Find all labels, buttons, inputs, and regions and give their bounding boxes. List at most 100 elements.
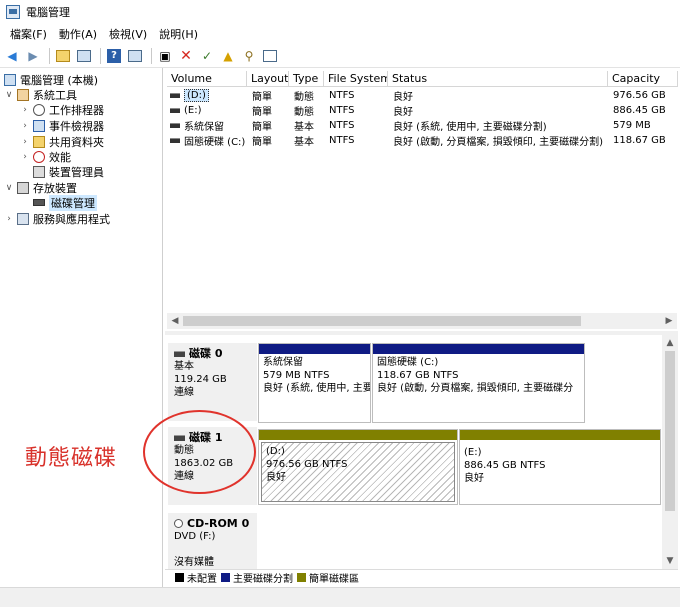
horizontal-scrollbar[interactable]: ◀ ▶ [167, 313, 677, 329]
chevron-down-icon[interactable]: ∨ [4, 90, 14, 100]
menu-action[interactable]: 動作(A) [53, 26, 103, 42]
tree-item-services-applications[interactable]: › 服務與應用程式 [4, 211, 110, 226]
disk-icon [33, 199, 45, 206]
shared-folder-icon [33, 135, 45, 148]
show-tree-icon[interactable] [75, 47, 93, 65]
table-cell-file-system: NTFS [329, 120, 355, 131]
column-header-status[interactable]: Status [388, 71, 608, 87]
delete-icon[interactable]: ✕ [177, 47, 195, 65]
table-row-volume[interactable]: (E:) [170, 103, 246, 118]
legend-swatch-simple [297, 573, 306, 582]
volume-icon [170, 93, 180, 98]
up-folder-icon[interactable] [54, 47, 72, 65]
column-header-volume[interactable]: Volume [167, 71, 247, 87]
scroll-left-icon[interactable]: ◀ [168, 314, 182, 328]
table-cell-capacity: 886.45 GB [613, 105, 666, 116]
tree-item-label: 服務與應用程式 [33, 212, 110, 226]
simple-volume-bar [259, 430, 457, 440]
scrollbar-thumb[interactable] [665, 351, 675, 511]
table-cell-layout: 簡單 [252, 107, 272, 118]
partition-system-reserved[interactable]: 系統保留 579 MB NTFS 良好 (系統, 使用中, 主要 [258, 343, 371, 423]
legend-label-simple: 簡單磁碟區 [309, 574, 359, 585]
properties-icon[interactable]: ✓ [198, 47, 216, 65]
disk-name: 磁碟 0 [174, 347, 257, 360]
toolbar-separator [49, 47, 50, 64]
column-header-type[interactable]: Type [289, 71, 324, 87]
scroll-right-icon[interactable]: ▶ [662, 314, 676, 328]
tree-item-label: 存放裝置 [33, 181, 77, 195]
scrollbar-thumb[interactable] [183, 316, 581, 326]
navigation-tree: 電腦管理 (本機) ∨ 系統工具 › 工作排程器 › 事件檢視器 › 共用資料夾… [0, 68, 163, 587]
help-icon[interactable]: ? [105, 47, 123, 65]
cd-rom-icon [174, 519, 183, 528]
chevron-right-icon[interactable]: › [20, 152, 30, 162]
disk-type: DVD (F:) [174, 531, 216, 542]
partition-e[interactable]: (E:) 886.45 GB NTFS 良好 [459, 429, 661, 505]
tree-item-event-viewer[interactable]: › 事件檢視器 [20, 118, 104, 133]
search-icon[interactable]: ⚲ [240, 47, 258, 65]
annotation-label: 動態磁碟 [25, 446, 118, 471]
legend: 未配置 主要磁碟分割 簡單磁碟區 [165, 569, 678, 585]
tree-item-storage[interactable]: ∨ 存放裝置 [4, 180, 77, 195]
partition-status: 良好 (系統, 使用中, 主要 [263, 383, 370, 394]
table-cell-status: 良好 [393, 92, 413, 103]
export-icon[interactable]: ▲ [219, 47, 237, 65]
table-cell-file-system: NTFS [329, 135, 355, 146]
table-cell-status: 良好 [393, 107, 413, 118]
vertical-scrollbar[interactable]: ▲ ▼ [662, 335, 678, 569]
table-row-volume[interactable]: (D:) [170, 88, 246, 103]
partition-name: 固態硬碟 (C:) [377, 357, 439, 368]
back-arrow-icon[interactable]: ◀ [3, 47, 21, 65]
tree-item-label: 工作排程器 [49, 103, 104, 117]
table-row-volume[interactable]: 系統保留 [170, 118, 246, 133]
table-cell-layout: 簡單 [252, 92, 272, 103]
menu-help[interactable]: 說明(H) [153, 26, 204, 42]
partition-c[interactable]: 固態硬碟 (C:) 118.67 GB NTFS 良好 (啟動, 分頁檔案, 損… [372, 343, 585, 423]
tree-item-task-scheduler[interactable]: › 工作排程器 [20, 102, 104, 117]
table-cell-capacity: 976.56 GB [613, 90, 666, 101]
tree-item-shared-folders[interactable]: › 共用資料夾 [20, 134, 104, 149]
pane-icon[interactable] [126, 47, 144, 65]
partition-d[interactable]: (D:) 976.56 GB NTFS 良好 [258, 429, 458, 505]
column-header-layout[interactable]: Layout [247, 71, 289, 87]
scroll-down-icon[interactable]: ▼ [663, 554, 677, 568]
chevron-right-icon[interactable]: › [4, 214, 14, 224]
services-icon [17, 212, 29, 225]
partition-size: 579 MB NTFS [263, 370, 330, 381]
tree-item-disk-management[interactable]: 磁碟管理 [33, 194, 97, 211]
table-cell-type: 基本 [294, 137, 314, 148]
chevron-right-icon[interactable]: › [20, 121, 30, 131]
tree-item-performance[interactable]: › 效能 [20, 149, 71, 164]
disk-size: 119.24 GB [174, 374, 227, 385]
volume-name: (E:) [184, 105, 202, 116]
view-icon[interactable] [261, 47, 279, 65]
cdrom-0-label[interactable]: CD-ROM 0 DVD (F:) 沒有媒體 [168, 513, 257, 569]
table-cell-layout: 簡單 [252, 122, 272, 133]
chevron-right-icon[interactable]: › [20, 105, 30, 115]
tree-item-device-manager[interactable]: 裝置管理員 [33, 164, 104, 179]
partition-status: 良好 [266, 472, 286, 483]
chevron-down-icon[interactable]: ∨ [4, 183, 14, 193]
toolbar-separator [151, 47, 152, 64]
column-header-file-system[interactable]: File System [324, 71, 388, 87]
table-row-volume[interactable]: 固態硬碟 (C:) [170, 133, 248, 148]
tree-item-computer-management[interactable]: 電腦管理 (本機) [4, 72, 98, 87]
primary-partition-bar [259, 344, 370, 354]
scroll-up-icon[interactable]: ▲ [663, 336, 677, 350]
computer-icon [4, 73, 16, 86]
forward-arrow-icon[interactable]: ▶ [24, 47, 42, 65]
connect-icon[interactable]: ▣ [156, 47, 174, 65]
disk-state: 沒有媒體 [174, 557, 214, 568]
primary-partition-bar [373, 344, 584, 354]
table-cell-layout: 簡單 [252, 137, 272, 148]
menu-view[interactable]: 檢視(V) [103, 26, 153, 42]
disk-icon [174, 350, 185, 357]
menu-file[interactable]: 檔案(F) [4, 26, 53, 42]
column-header-capacity[interactable]: Capacity [608, 71, 678, 87]
disk-0-label[interactable]: 磁碟 0 基本 119.24 GB 連線 [168, 343, 257, 421]
tree-item-system-tools[interactable]: ∨ 系統工具 [4, 87, 77, 102]
partition-name: (E:) [464, 447, 482, 458]
title-bar: 電腦管理 [0, 0, 680, 24]
chevron-right-icon[interactable]: › [20, 137, 30, 147]
storage-icon [17, 181, 29, 194]
